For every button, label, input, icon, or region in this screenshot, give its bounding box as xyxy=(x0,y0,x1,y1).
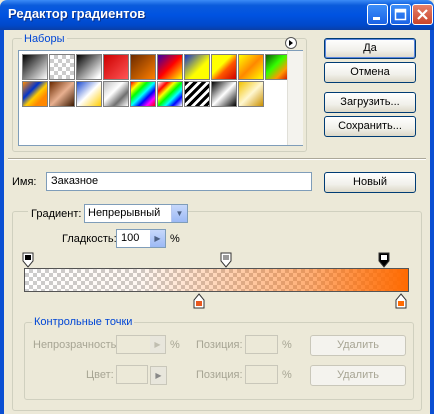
control-points-group xyxy=(24,322,414,400)
maximize-icon xyxy=(394,8,407,21)
gradient-preset-swatch[interactable] xyxy=(22,54,48,80)
color-swatch-input[interactable] xyxy=(116,365,148,384)
smoothness-value: 100 xyxy=(121,232,140,244)
gradient-preset-swatch[interactable] xyxy=(76,81,102,107)
gradient-preset-swatch[interactable] xyxy=(130,54,156,80)
gradient-type-select[interactable]: Непрерывный ▼ xyxy=(84,204,188,223)
minimize-button[interactable] xyxy=(367,4,388,25)
presets-scrollbar[interactable] xyxy=(287,51,303,145)
close-icon xyxy=(417,9,428,20)
name-input[interactable]: Заказное xyxy=(46,172,312,191)
smoothness-unit: % xyxy=(170,233,180,245)
presets-menu-button[interactable] xyxy=(285,37,297,49)
gradient-preset-swatch[interactable] xyxy=(130,81,156,107)
opacity-position-input[interactable] xyxy=(245,335,278,354)
gradient-preset-swatch[interactable] xyxy=(211,54,237,80)
gradient-preset-swatch[interactable] xyxy=(76,54,102,80)
window-frame-right xyxy=(430,30,434,414)
opacity-spin-button[interactable]: ▶ xyxy=(150,336,165,353)
smoothness-input[interactable]: 100 ▶ xyxy=(116,229,166,248)
window-frame-left xyxy=(0,30,4,414)
chevron-down-icon: ▼ xyxy=(171,205,187,222)
color-stop[interactable] xyxy=(395,293,407,309)
gradient-preset-swatch[interactable] xyxy=(49,54,75,80)
delete-color-stop-button[interactable]: Удалить xyxy=(310,365,406,386)
gradient-preset-swatch[interactable] xyxy=(49,81,75,107)
save-button[interactable]: Сохранить... xyxy=(324,116,416,137)
gradient-preset-swatch[interactable] xyxy=(238,54,264,80)
color-position-label: Позиция: xyxy=(196,369,243,381)
maximize-button[interactable] xyxy=(390,4,411,25)
gradient-preset-swatch[interactable] xyxy=(238,81,264,107)
color-position-input[interactable] xyxy=(245,365,278,384)
separator xyxy=(8,158,426,160)
gradient-preset-swatch[interactable] xyxy=(103,54,129,80)
opacity-stop[interactable] xyxy=(378,252,390,268)
cancel-button[interactable]: Отмена xyxy=(324,62,416,83)
name-label: Имя: xyxy=(12,176,37,188)
ok-button[interactable]: Да xyxy=(324,38,416,59)
gradient-preset-swatch[interactable] xyxy=(22,81,48,107)
gradient-type-label: Градиент: xyxy=(28,208,85,220)
control-points-label: Контрольные точки xyxy=(32,316,135,328)
color-menu-button[interactable]: ▶ xyxy=(150,366,167,385)
opacity-label: Непрозрачность: xyxy=(33,339,120,351)
close-button[interactable] xyxy=(412,4,433,25)
gradient-preset-swatch[interactable] xyxy=(157,54,183,80)
opacity-stop[interactable] xyxy=(220,252,232,268)
load-button[interactable]: Загрузить... xyxy=(324,92,416,113)
gradient-type-value: Непрерывный xyxy=(88,207,161,219)
gradient-preset-swatch[interactable] xyxy=(184,81,210,107)
arrow-right-icon xyxy=(289,40,293,46)
smoothness-label: Гладкость: xyxy=(62,233,117,245)
minimize-icon xyxy=(373,17,380,20)
color-stop[interactable] xyxy=(193,293,205,309)
opacity-position-label: Позиция: xyxy=(196,339,243,351)
gradient-preset-swatch[interactable] xyxy=(157,81,183,107)
color-label: Цвет: xyxy=(86,369,114,381)
gradient-preset-swatch[interactable] xyxy=(184,54,210,80)
window-title: Редактор градиентов xyxy=(8,6,146,21)
opacity-stop[interactable] xyxy=(22,252,34,268)
gradient-preset-swatch[interactable] xyxy=(211,81,237,107)
new-button[interactable]: Новый xyxy=(324,172,416,193)
presets-label: Наборы xyxy=(22,33,67,45)
gradient-preset-swatch[interactable] xyxy=(103,81,129,107)
smoothness-spin-button[interactable]: ▶ xyxy=(150,230,165,247)
color-position-unit: % xyxy=(282,369,292,381)
presets-list xyxy=(18,50,303,146)
opacity-input[interactable]: ▶ xyxy=(116,335,166,354)
gradient-preview-bar[interactable] xyxy=(24,268,409,292)
opacity-position-unit: % xyxy=(282,339,292,351)
delete-opacity-stop-button[interactable]: Удалить xyxy=(310,335,406,356)
opacity-unit: % xyxy=(170,339,180,351)
